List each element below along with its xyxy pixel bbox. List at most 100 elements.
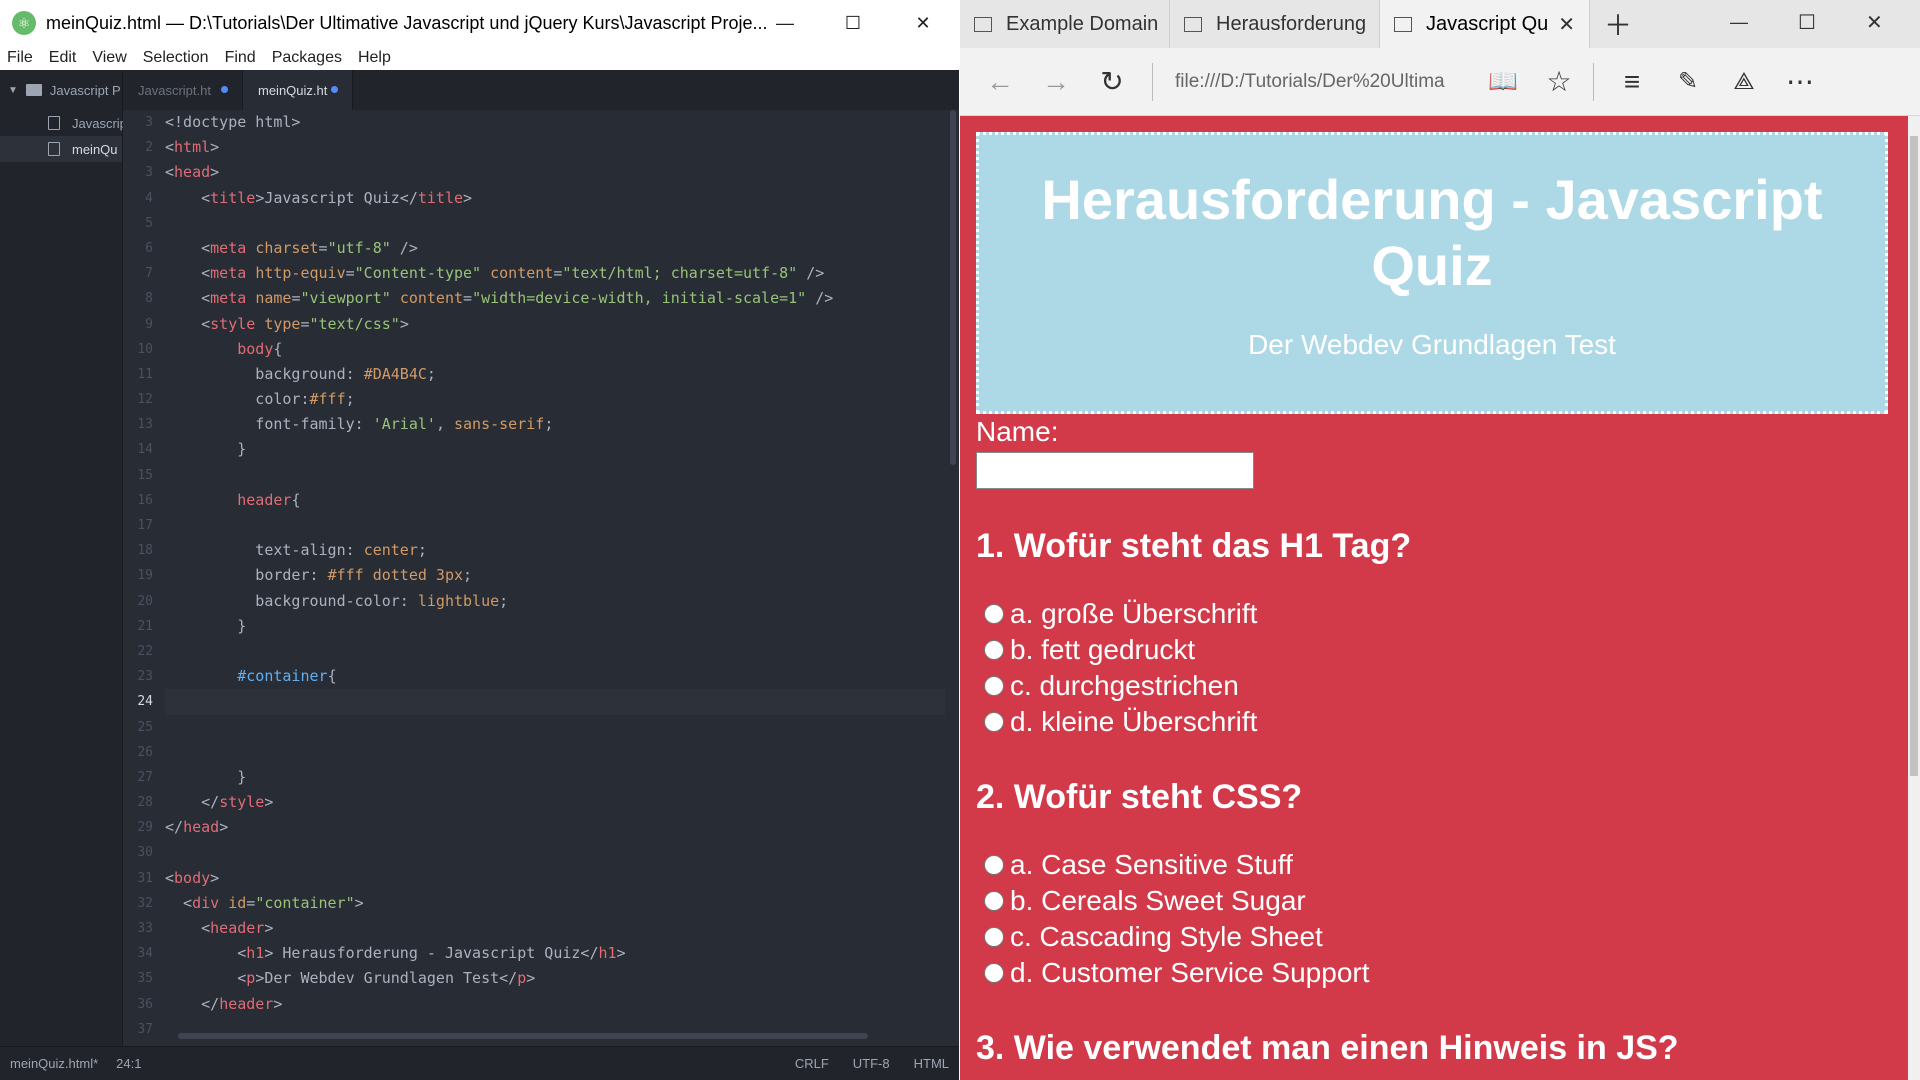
browser-window: Example Domain Herausforderung Javascrip… [960, 0, 1920, 1080]
forward-icon[interactable]: → [1028, 54, 1084, 110]
answer-label: b. Cereals Sweet Sugar [1010, 885, 1306, 916]
page-icon [1184, 16, 1202, 32]
line-number: 26 [137, 744, 153, 760]
browser-tab-example-domain[interactable]: Example Domain [960, 0, 1170, 48]
browser-tab-herausforderung[interactable]: Herausforderung [1170, 0, 1380, 48]
code-line: } [165, 616, 247, 635]
radio-button[interactable] [984, 855, 1004, 875]
line-number: 3 [145, 165, 153, 181]
answer-option[interactable]: d. kleine Überschrift [976, 704, 1888, 740]
maximize-icon[interactable]: ☐ [818, 0, 888, 46]
maximize-icon[interactable]: ☐ [1798, 10, 1816, 35]
radio-button[interactable] [984, 640, 1004, 660]
line-number: 4 [145, 190, 153, 206]
tree-file-meinquiz[interactable]: meinQu [0, 136, 122, 162]
reading-view-icon[interactable]: 📖 [1475, 54, 1531, 110]
radio-button[interactable] [984, 891, 1004, 911]
line-number: 31 [137, 870, 153, 886]
line-number: 11 [137, 366, 153, 382]
refresh-icon[interactable]: ↻ [1084, 54, 1140, 110]
line-number: 9 [145, 316, 153, 332]
new-tab-button[interactable]: ＋ [1590, 0, 1646, 48]
vertical-scrollbar[interactable] [950, 110, 956, 465]
page-scrollbar-thumb[interactable] [1910, 136, 1918, 776]
close-icon[interactable]: ✕ [888, 0, 958, 46]
name-label: Name: [976, 416, 1059, 447]
navigation-bar: ← → ↻ file:///D:/Tutorials/Der%20Ultima … [960, 48, 1920, 116]
status-grammar[interactable]: HTML [914, 1056, 949, 1071]
web-note-icon[interactable]: ✎ [1660, 54, 1716, 110]
back-icon[interactable]: ← [972, 54, 1028, 110]
line-number: 24 [137, 694, 153, 710]
answer-option[interactable]: c. durchgestrichen [976, 668, 1888, 704]
answer-option[interactable]: b. fett gedruckt [976, 632, 1888, 668]
answer-option[interactable]: a. große Überschrift [976, 596, 1888, 632]
line-number: 29 [137, 820, 153, 836]
folder-icon [25, 84, 42, 96]
code-line: body{ [165, 339, 283, 358]
atom-editor-window: ⚛ meinQuiz.html — D:\Tutorials\Der Ultim… [0, 0, 959, 1080]
line-number: 27 [137, 769, 153, 785]
horizontal-scrollbar[interactable] [178, 1033, 868, 1039]
tab-meinquiz-html[interactable]: meinQuiz.ht [243, 70, 353, 110]
question-text: 1. Wofür steht das H1 Tag? [976, 527, 1412, 565]
tree-file-javascript[interactable]: Javascrip [0, 110, 127, 136]
answer-label: a. Case Sensitive Stuff [1010, 849, 1293, 880]
menu-selection[interactable]: Selection [143, 49, 209, 67]
status-cursor-position[interactable]: 24:1 [116, 1056, 141, 1071]
answer-option[interactable]: c. Cascading Style Sheet [976, 919, 1888, 955]
minimize-icon[interactable]: — [1730, 12, 1748, 33]
question-text: 2. Wofür steht CSS? [976, 778, 1303, 816]
code-line: <meta charset="utf-8" /> [165, 238, 418, 257]
radio-button[interactable] [984, 963, 1004, 983]
web-page: Herausforderung - Javascript Quiz Der We… [960, 116, 1908, 1080]
share-icon[interactable]: ⟁ [1716, 54, 1772, 110]
menu-edit[interactable]: Edit [49, 49, 77, 67]
more-icon[interactable]: ⋯ [1772, 54, 1828, 110]
browser-tab-label: Example Domain [1006, 12, 1159, 35]
radio-button[interactable] [984, 712, 1004, 732]
file-icon [48, 142, 60, 156]
address-divider [1152, 62, 1153, 101]
address-bar[interactable]: file:///D:/Tutorials/Der%20Ultima [1175, 71, 1475, 93]
favorite-star-icon[interactable]: ☆ [1531, 54, 1587, 110]
answer-option[interactable]: d. Customer Service Support [976, 955, 1888, 991]
line-number: 21 [137, 618, 153, 634]
answer-label: d. kleine Überschrift [1010, 706, 1258, 737]
status-line-ending[interactable]: CRLF [795, 1056, 829, 1071]
status-file-path[interactable]: meinQuiz.html* [10, 1056, 98, 1071]
menu-find[interactable]: Find [225, 49, 256, 67]
line-number: 33 [137, 921, 153, 936]
line-number: 23 [137, 669, 153, 685]
line-number: 7 [145, 266, 153, 282]
browser-tab-javascript-quiz[interactable]: Javascript Qu ✕ [1380, 0, 1590, 48]
code-editor[interactable]: <!doctype html> <html> <head> <title>Jav… [165, 110, 945, 1040]
name-input[interactable] [976, 452, 1254, 489]
radio-button[interactable] [984, 927, 1004, 947]
answer-option[interactable]: b. Cereals Sweet Sugar [976, 883, 1888, 919]
close-icon[interactable]: ✕ [1866, 10, 1883, 35]
menu-file[interactable]: File [7, 49, 33, 67]
radio-button[interactable] [984, 676, 1004, 696]
line-number: 8 [145, 291, 153, 307]
tree-root-folder[interactable]: ▼ Javascript P [0, 70, 122, 110]
menu-view[interactable]: View [92, 49, 126, 67]
menu-packages[interactable]: Packages [272, 49, 342, 67]
code-line: text-align: center; [165, 541, 427, 560]
close-tab-icon[interactable]: ✕ [1558, 12, 1575, 37]
answer-option[interactable]: a. Case Sensitive Stuff [976, 847, 1888, 883]
minimize-icon[interactable]: — [750, 0, 820, 46]
atom-titlebar[interactable]: ⚛ meinQuiz.html — D:\Tutorials\Der Ultim… [0, 0, 959, 46]
menu-help[interactable]: Help [358, 49, 391, 67]
tab-javascript-html[interactable]: Javascript.ht [123, 70, 243, 110]
hub-icon[interactable]: ≡ [1604, 54, 1660, 110]
answer-options: a. große Überschrift b. fett gedruckt c.… [976, 596, 1888, 740]
tab-label: meinQuiz.ht [258, 82, 328, 98]
question-1: 1. Wofür steht das H1 Tag? a. große Über… [976, 527, 1888, 740]
code-line: background: #DA4B4C; [165, 364, 436, 383]
radio-button[interactable] [984, 604, 1004, 624]
status-encoding[interactable]: UTF-8 [853, 1056, 890, 1071]
browser-tab-label: Javascript Qu [1426, 12, 1549, 35]
page-scrollbar[interactable] [1908, 116, 1920, 1080]
